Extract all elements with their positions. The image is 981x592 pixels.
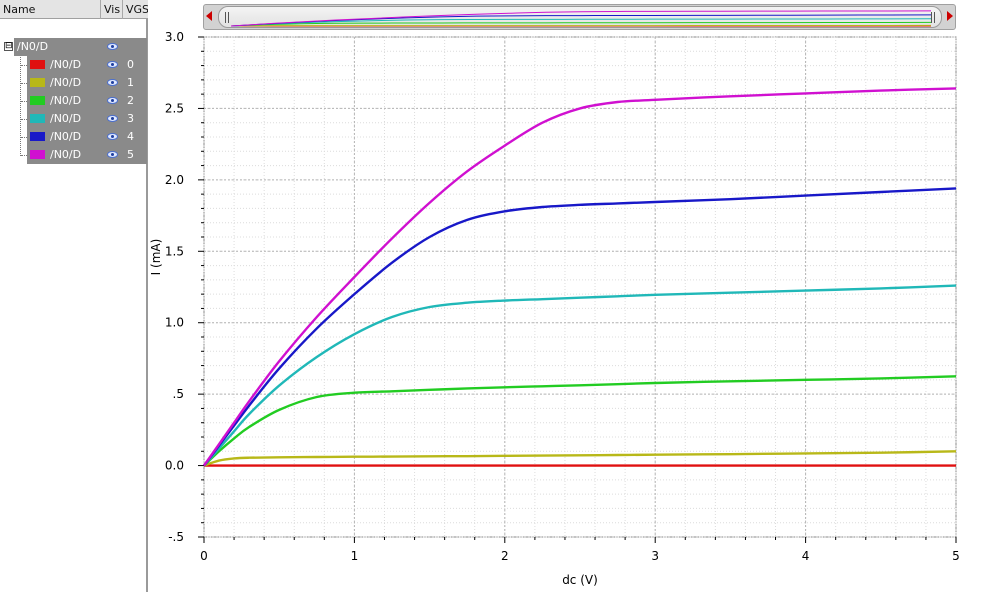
y-tick-label: -.5 xyxy=(168,530,184,544)
signal-label: /N0/D xyxy=(50,58,82,71)
right-grip-handle[interactable] xyxy=(931,12,935,23)
x-tick-label: 2 xyxy=(501,549,509,563)
tree-row-signal[interactable]: /N0/D 2 xyxy=(0,92,148,110)
x-axis-label: dc (V) xyxy=(562,573,598,587)
tree-row-signal[interactable]: /N0/D 5 xyxy=(0,146,148,164)
vgs-value: 5 xyxy=(127,148,134,161)
color-swatch xyxy=(30,78,45,87)
signal-browser-panel: Name Vis VGS ⊟ /N0/D /N0/D 0 /N0/D 1 /N0… xyxy=(0,0,148,592)
x-tick-label: 1 xyxy=(351,549,359,563)
waveform-plot[interactable]: 0 1 2 3 4 5 -.5 0.0 .5 1.0 1.5 2.0 2.5 3.0 dc (V) I (… xyxy=(150,0,981,592)
tree-row-parent[interactable]: ⊟ /N0/D xyxy=(0,38,148,56)
overview-series-line xyxy=(231,24,931,27)
y-tick-label: .5 xyxy=(173,387,184,401)
plot-frame xyxy=(203,36,957,538)
parent-label: /N0/D xyxy=(17,40,49,53)
signal-label: /N0/D xyxy=(50,94,82,107)
color-swatch xyxy=(30,150,45,159)
overview-thumbnail xyxy=(231,10,931,27)
vgs-value: 0 xyxy=(127,58,134,71)
visibility-eye-icon[interactable] xyxy=(107,97,118,104)
signal-label: /N0/D xyxy=(50,112,82,125)
visibility-eye-icon[interactable] xyxy=(107,79,118,86)
x-tick-label: 5 xyxy=(952,549,960,563)
signal-label: /N0/D xyxy=(50,148,82,161)
column-header-vis[interactable]: Vis xyxy=(101,0,123,19)
y-tick-label: 2.5 xyxy=(165,101,184,115)
tree-row-signal[interactable]: /N0/D 3 xyxy=(0,110,148,128)
plot-grid xyxy=(203,36,957,538)
y-tick-label: 1.0 xyxy=(165,316,184,330)
vgs-value: 1 xyxy=(127,76,134,89)
scroll-left-arrow-icon[interactable] xyxy=(206,11,212,21)
visibility-eye-icon[interactable] xyxy=(107,151,118,158)
signal-label: /N0/D xyxy=(50,76,82,89)
tree-row-signal[interactable]: /N0/D 1 xyxy=(0,74,148,92)
collapse-icon[interactable]: ⊟ xyxy=(4,42,13,51)
y-tick-label: 3.0 xyxy=(165,30,184,44)
y-tick-label: 2.0 xyxy=(165,173,184,187)
x-tick-label: 4 xyxy=(802,549,810,563)
column-header-vgs[interactable]: VGS xyxy=(123,0,148,19)
x-tick-label: 0 xyxy=(200,549,208,563)
y-tick-label: 0.0 xyxy=(165,459,184,473)
tree-row-signal[interactable]: /N0/D 0 xyxy=(0,56,148,74)
vgs-value: 2 xyxy=(127,94,134,107)
scroll-right-arrow-icon[interactable] xyxy=(947,11,953,21)
visibility-eye-icon[interactable] xyxy=(107,43,118,50)
visibility-eye-icon[interactable] xyxy=(107,61,118,68)
signal-label: /N0/D xyxy=(50,130,82,143)
color-swatch xyxy=(30,60,45,69)
scroll-thumb[interactable] xyxy=(218,6,942,28)
visibility-eye-icon[interactable] xyxy=(107,133,118,140)
vgs-value: 4 xyxy=(127,130,134,143)
color-swatch xyxy=(30,132,45,141)
x-tick-label: 3 xyxy=(651,549,659,563)
column-header: Name Vis VGS xyxy=(0,0,148,19)
y-axis-label: I (mA) xyxy=(150,239,163,276)
y-tick-label: 1.5 xyxy=(165,244,184,258)
overview-scrollbar[interactable] xyxy=(203,4,956,30)
vgs-value: 3 xyxy=(127,112,134,125)
visibility-eye-icon[interactable] xyxy=(107,115,118,122)
tree-row-signal[interactable]: /N0/D 4 xyxy=(0,128,148,146)
left-grip-handle[interactable] xyxy=(225,12,229,23)
color-swatch xyxy=(30,96,45,105)
column-header-name[interactable]: Name xyxy=(0,0,101,19)
color-swatch xyxy=(30,114,45,123)
